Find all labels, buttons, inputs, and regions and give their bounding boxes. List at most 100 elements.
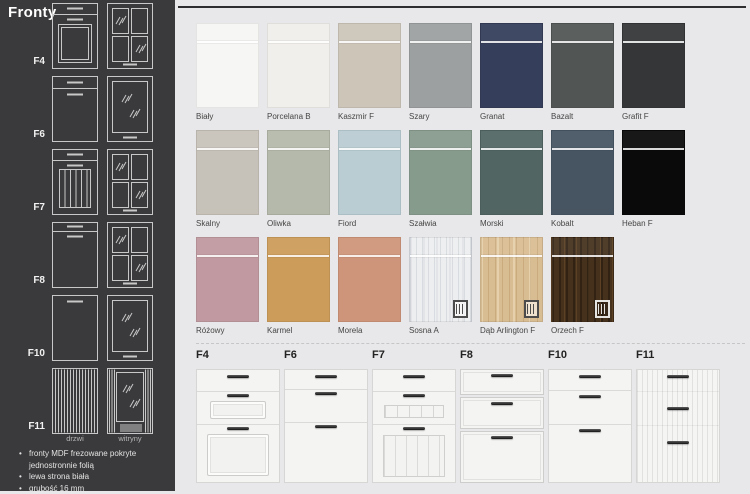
color-swatch-cell: Biały	[196, 23, 259, 130]
drawer-stack-f10-illustration	[548, 369, 632, 483]
sidebar-front-row-f6: F6	[0, 76, 175, 142]
color-swatch-label: Kaszmir F	[338, 108, 401, 130]
drawer-section	[373, 425, 455, 482]
drawer-section	[460, 431, 544, 483]
sidebar-front-row-f11: F11	[0, 368, 175, 434]
color-swatch-label: Heban F	[622, 215, 685, 237]
palette-row-3: RóżowyKarmelMorelaSosna ADąb Arlington F…	[196, 237, 693, 344]
color-swatch-label: Oliwka	[267, 215, 330, 237]
drawer-divider	[637, 425, 719, 426]
front-f4-door-icon	[52, 3, 98, 69]
color-swatch-label: Dąb Arlington F	[480, 322, 543, 344]
front-label-f4: F4	[0, 56, 48, 69]
color-swatch-cell: Morski	[480, 130, 543, 237]
vertical-grain-icon	[595, 300, 610, 318]
dashed-divider	[196, 343, 745, 344]
note-item: fronty MDF frezowane pokryte jednostronn…	[0, 448, 157, 471]
color-swatch-cell: Kobalt	[551, 130, 614, 237]
drawer-section	[285, 390, 367, 423]
vitrines-column-label: witryny	[107, 434, 153, 443]
front-style-card-f11: F11	[636, 349, 720, 483]
color-swatch-cell: Morela	[338, 237, 401, 344]
color-swatch	[409, 23, 472, 108]
front-f8-vitrine-icon	[107, 222, 153, 288]
drawer-handle-icon	[579, 395, 601, 398]
color-swatch-cell: Szałwia	[409, 130, 472, 237]
sidebar-front-row-f10: F10	[0, 295, 175, 361]
front-label-f8: F8	[0, 275, 48, 288]
color-swatch-cell: Grafit F	[622, 23, 685, 130]
drawer-section	[373, 370, 455, 392]
front-f11-door-icon	[52, 368, 98, 434]
color-swatch-label: Granat	[480, 108, 543, 130]
notes-list: fronty MDF frezowane pokryte jednostronn…	[0, 448, 160, 494]
color-swatch-cell: Porcelana B	[267, 23, 330, 130]
color-swatch-label: Biały	[196, 108, 259, 130]
palette-row-2: Skalny Oliwka Fiord Szałwia Morski Kobalt Heba…	[196, 130, 693, 237]
front-style-label: F4	[196, 349, 280, 369]
color-swatch	[480, 237, 543, 322]
color-swatch-label: Fiord	[338, 215, 401, 237]
drawer-handle-icon	[667, 407, 689, 410]
front-style-card-f6: F6	[284, 349, 368, 483]
color-swatch-label: Kobalt	[551, 215, 614, 237]
drawer-panel	[210, 401, 266, 419]
drawer-handle-icon	[315, 392, 337, 395]
sidebar-front-row-f7: F7	[0, 149, 175, 215]
color-swatch-cell: Karmel	[267, 237, 330, 344]
color-swatch-label: Morela	[338, 322, 401, 344]
front-style-label: F7	[372, 349, 456, 369]
drawer-handle-icon	[491, 374, 513, 377]
color-swatch-label: Różowy	[196, 322, 259, 344]
palette-row-1: BiałyPorcelana BKaszmir FSzaryGranatBaza…	[196, 23, 693, 130]
drawer-stack-f8-illustration	[460, 369, 544, 483]
drawer-section	[285, 370, 367, 390]
sidebar: Fronty F4F6F7F8F10F11 drzwi witryny fron…	[0, 0, 175, 491]
drawer-section	[285, 423, 367, 482]
drawer-handle-icon	[315, 425, 337, 428]
front-f4-vitrine-icon	[107, 3, 153, 69]
color-swatch-label: Grafit F	[622, 108, 685, 130]
color-swatch	[409, 130, 472, 215]
color-swatch-cell: Szary	[409, 23, 472, 130]
color-swatch-label: Porcelana B	[267, 108, 330, 130]
color-swatch	[409, 237, 472, 322]
color-swatch	[338, 23, 401, 108]
color-swatch	[267, 237, 330, 322]
drawer-handle-icon	[227, 427, 249, 430]
color-swatch-cell: Skalny	[196, 130, 259, 237]
drawer-section	[197, 392, 279, 425]
front-f7-door-icon	[52, 149, 98, 215]
front-label-f11: F11	[0, 421, 48, 434]
front-label-f6: F6	[0, 129, 48, 142]
drawer-stack-f7-illustration	[372, 369, 456, 483]
sidebar-front-row-f8: F8	[0, 222, 175, 288]
front-style-label: F10	[548, 349, 632, 369]
color-swatch	[551, 237, 614, 322]
front-f10-door-icon	[52, 295, 98, 361]
color-swatch	[196, 23, 259, 108]
color-swatch	[622, 23, 685, 108]
color-swatch-cell: Kaszmir F	[338, 23, 401, 130]
front-style-card-f10: F10	[548, 349, 632, 483]
drawer-panel	[384, 405, 444, 418]
drawer-handle-icon	[403, 394, 425, 397]
drawer-handle-icon	[579, 375, 601, 378]
front-styles-row: F4F6F7F8F10F11	[196, 349, 724, 483]
drawer-stack-f11-illustration	[636, 369, 720, 483]
drawer-handle-icon	[579, 429, 601, 432]
drawer-section	[373, 392, 455, 425]
color-swatch-label: Orzech F	[551, 322, 614, 344]
color-swatch	[196, 130, 259, 215]
front-style-card-f8: F8	[460, 349, 544, 483]
note-item: grubość 16 mm	[0, 483, 157, 494]
drawer-section	[460, 369, 544, 395]
drawer-panel	[383, 435, 445, 477]
color-swatch-label: Morski	[480, 215, 543, 237]
drawer-handle-icon	[491, 402, 513, 405]
drawer-handle-icon	[403, 427, 425, 430]
drawer-handle-icon	[491, 436, 513, 439]
color-swatch	[551, 130, 614, 215]
doors-column-label: drzwi	[52, 434, 98, 443]
sidebar-front-list: F4 F6 F7 F8 F10 F11	[0, 3, 175, 441]
